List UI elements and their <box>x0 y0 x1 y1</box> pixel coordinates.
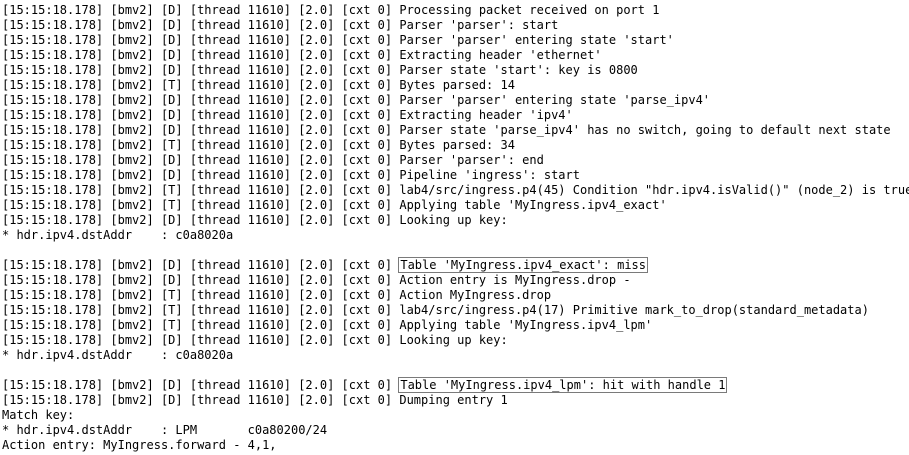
log-line-prefix: [15:15:18.178] [bmv2] [T] [thread 11610]… <box>2 318 400 332</box>
highlighted-log-message: Table 'MyIngress.ipv4_lpm': hit with han… <box>398 377 728 393</box>
log-line: * hdr.ipv4.dstAddr : c0a8020a <box>2 348 907 363</box>
log-line-prefix: [15:15:18.178] [bmv2] [D] [thread 11610]… <box>2 33 400 47</box>
log-line-prefix: [15:15:18.178] [bmv2] [D] [thread 11610]… <box>2 123 400 137</box>
log-line-prefix: [15:15:18.178] [bmv2] [D] [thread 11610]… <box>2 378 400 392</box>
log-line: [15:15:18.178] [bmv2] [T] [thread 11610]… <box>2 303 907 318</box>
log-line-message: Extracting header 'ethernet' <box>399 48 602 62</box>
log-line-message: Pipeline 'ingress': start <box>399 168 580 182</box>
log-line-prefix: [15:15:18.178] [bmv2] [T] [thread 11610]… <box>2 303 400 317</box>
log-line: Action entry: MyIngress.forward - 4,1, <box>2 438 907 453</box>
log-line-message: Match key: <box>2 408 75 422</box>
log-line-prefix: [15:15:18.178] [bmv2] [T] [thread 11610]… <box>2 288 400 302</box>
log-line: [15:15:18.178] [bmv2] [D] [thread 11610]… <box>2 123 907 138</box>
log-line: [15:15:18.178] [bmv2] [T] [thread 11610]… <box>2 183 909 198</box>
log-line: Match key: <box>2 408 907 423</box>
log-line: [15:15:18.178] [bmv2] [D] [thread 11610]… <box>2 213 907 228</box>
log-line-message: Extracting header 'ipv4' <box>399 108 573 122</box>
log-line-prefix: [15:15:18.178] [bmv2] [D] [thread 11610]… <box>2 93 400 107</box>
log-line-prefix: [15:15:18.178] [bmv2] [D] [thread 11610]… <box>2 258 400 272</box>
log-line-message: Parser 'parser': start <box>399 18 559 32</box>
log-line-message: Action entry: MyIngress.forward - 4,1, <box>2 438 277 452</box>
log-line: [15:15:18.178] [bmv2] [D] [thread 11610]… <box>2 93 907 108</box>
log-line-message: Bytes parsed: 14 <box>399 78 515 92</box>
log-line-message: Dumping entry 1 <box>399 393 508 407</box>
log-line-prefix: [15:15:18.178] [bmv2] [T] [thread 11610]… <box>2 183 400 197</box>
log-line: [15:15:18.178] [bmv2] [D] [thread 11610]… <box>2 393 907 408</box>
log-line: [15:15:18.178] [bmv2] [D] [thread 11610]… <box>2 257 907 273</box>
log-line: [15:15:18.178] [bmv2] [D] [thread 11610]… <box>2 48 907 63</box>
log-line-message: Processing packet received on port 1 <box>399 3 660 17</box>
log-line: * hdr.ipv4.dstAddr : c0a8020a <box>2 228 907 243</box>
log-line: [15:15:18.178] [bmv2] [D] [thread 11610]… <box>2 63 907 78</box>
log-line: [15:15:18.178] [bmv2] [D] [thread 11610]… <box>2 3 907 18</box>
log-line-message: Applying table 'MyIngress.ipv4_exact' <box>399 198 667 212</box>
log-line-message: * hdr.ipv4.dstAddr : c0a8020a <box>2 228 234 242</box>
log-line-message: Applying table 'MyIngress.ipv4_lpm' <box>399 318 653 332</box>
log-line: [15:15:18.178] [bmv2] [D] [thread 11610]… <box>2 333 907 348</box>
log-line-message: Parser 'parser': end <box>399 153 544 167</box>
log-line-prefix: [15:15:18.178] [bmv2] [T] [thread 11610]… <box>2 78 400 92</box>
log-output: [15:15:18.178] [bmv2] [D] [thread 11610]… <box>2 3 909 453</box>
log-line-prefix: [15:15:18.178] [bmv2] [D] [thread 11610]… <box>2 333 400 347</box>
log-line: [15:15:18.178] [bmv2] [D] [thread 11610]… <box>2 168 907 183</box>
log-line: [15:15:18.178] [bmv2] [D] [thread 11610]… <box>2 33 907 48</box>
log-line-prefix: [15:15:18.178] [bmv2] [D] [thread 11610]… <box>2 213 400 227</box>
log-line-prefix: [15:15:18.178] [bmv2] [D] [thread 11610]… <box>2 273 400 287</box>
log-line-prefix: [15:15:18.178] [bmv2] [D] [thread 11610]… <box>2 63 400 77</box>
log-line-message: * hdr.ipv4.dstAddr : LPM c0a80200/24 <box>2 423 328 437</box>
log-line-message: Parser state 'start': key is 0800 <box>399 63 638 77</box>
log-line-message: * hdr.ipv4.dstAddr : c0a8020a <box>2 348 234 362</box>
log-line-message: lab4/src/ingress.p4(17) Primitive mark_t… <box>399 303 869 317</box>
highlighted-log-message: Table 'MyIngress.ipv4_exact': miss <box>398 257 648 273</box>
log-line-message: Parser 'parser' entering state 'start' <box>399 33 674 47</box>
log-line-prefix: [15:15:18.178] [bmv2] [T] [thread 11610]… <box>2 198 400 212</box>
log-line: [15:15:18.178] [bmv2] [D] [thread 11610]… <box>2 108 907 123</box>
log-line-prefix: [15:15:18.178] [bmv2] [D] [thread 11610]… <box>2 3 400 17</box>
log-line: [15:15:18.178] [bmv2] [D] [thread 11610]… <box>2 273 907 288</box>
log-line-prefix: [15:15:18.178] [bmv2] [D] [thread 11610]… <box>2 108 400 122</box>
log-line-prefix: [15:15:18.178] [bmv2] [D] [thread 11610]… <box>2 168 400 182</box>
log-line: [15:15:18.178] [bmv2] [T] [thread 11610]… <box>2 138 907 153</box>
log-line-prefix: [15:15:18.178] [bmv2] [D] [thread 11610]… <box>2 18 400 32</box>
log-line: [15:15:18.178] [bmv2] [T] [thread 11610]… <box>2 78 907 93</box>
log-line: [15:15:18.178] [bmv2] [T] [thread 11610]… <box>2 198 907 213</box>
log-line-prefix: [15:15:18.178] [bmv2] [T] [thread 11610]… <box>2 138 400 152</box>
log-line-message: Action MyIngress.drop <box>399 288 552 302</box>
log-line-message: Bytes parsed: 34 <box>399 138 515 152</box>
log-line: [15:15:18.178] [bmv2] [T] [thread 11610]… <box>2 318 907 333</box>
log-line: [15:15:18.178] [bmv2] [D] [thread 11610]… <box>2 153 907 168</box>
log-line: [15:15:18.178] [bmv2] [D] [thread 11610]… <box>2 18 907 33</box>
log-line: * hdr.ipv4.dstAddr : LPM c0a80200/24 <box>2 423 907 438</box>
log-line-prefix: [15:15:18.178] [bmv2] [D] [thread 11610]… <box>2 393 400 407</box>
log-line: [15:15:18.178] [bmv2] [T] [thread 11610]… <box>2 288 907 303</box>
log-line-message: Parser 'parser' entering state 'parse_ip… <box>399 93 711 107</box>
log-line-prefix: [15:15:18.178] [bmv2] [D] [thread 11610]… <box>2 153 400 167</box>
log-line-prefix: [15:15:18.178] [bmv2] [D] [thread 11610]… <box>2 48 400 62</box>
log-line-message: Parser state 'parse_ipv4' has no switch,… <box>399 123 891 137</box>
log-line-message: Looking up key: <box>399 213 508 227</box>
log-line: [15:15:18.178] [bmv2] [D] [thread 11610]… <box>2 377 907 393</box>
log-line-message: lab4/src/ingress.p4(45) Condition "hdr.i… <box>399 183 909 197</box>
log-line-message: Action entry is MyIngress.drop - <box>399 273 631 287</box>
log-line-message: Looking up key: <box>399 333 508 347</box>
